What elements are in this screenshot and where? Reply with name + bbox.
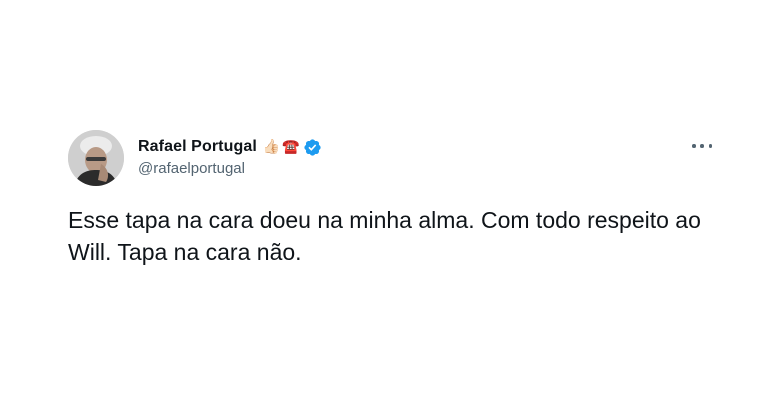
tweet-card: Rafael Portugal 👍🏻 ☎️ @rafaelportugal Es… <box>0 0 771 420</box>
verified-badge-icon <box>304 138 321 156</box>
more-options-icon[interactable] <box>692 140 712 152</box>
more-dot <box>700 144 704 148</box>
tweet-text: Esse tapa na cara doeu na minha alma. Co… <box>68 207 701 265</box>
author-display-name[interactable]: Rafael Portugal <box>138 138 257 156</box>
author-name-row[interactable]: Rafael Portugal 👍🏻 ☎️ <box>138 136 322 158</box>
avatar[interactable] <box>68 130 124 186</box>
telephone-emoji: ☎️ <box>282 139 300 155</box>
author-handle[interactable]: @rafaelportugal <box>138 160 245 177</box>
avatar-image <box>68 130 124 186</box>
thumbs-up-emoji: 👍🏻 <box>262 139 281 155</box>
more-dot <box>708 144 712 148</box>
more-dot <box>692 144 696 148</box>
